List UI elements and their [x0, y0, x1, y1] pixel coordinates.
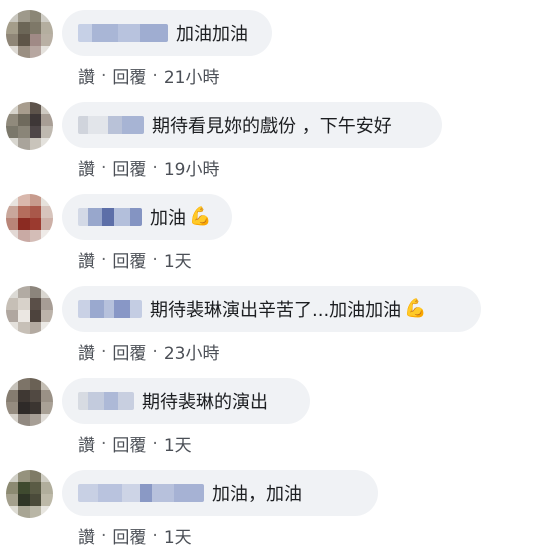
- separator: ·: [101, 65, 107, 86]
- comment-item: 期待看見妳的戲份 ，下午安好 讚 · 回覆 · 19小時: [0, 92, 533, 184]
- separator: ·: [152, 341, 158, 362]
- blurred-author-name[interactable]: [78, 116, 144, 134]
- like-link[interactable]: 讚: [78, 155, 95, 180]
- flexed-biceps-icon: 💪: [189, 206, 212, 227]
- avatar[interactable]: [6, 378, 53, 426]
- comment-text: 期待裴琳演出辛苦了...加油加油: [150, 300, 402, 321]
- reply-link[interactable]: 回覆: [112, 247, 146, 272]
- timestamp[interactable]: 1天: [164, 431, 192, 456]
- comment-item: 期待裴琳演出辛苦了...加油加油 💪 讚 · 回覆 · 23小時: [0, 276, 533, 368]
- like-link[interactable]: 讚: [78, 339, 95, 364]
- comment-bubble: 加油 💪: [62, 194, 232, 240]
- blurred-author-name[interactable]: [78, 484, 204, 502]
- reply-link[interactable]: 回覆: [112, 155, 146, 180]
- separator: ·: [101, 433, 107, 454]
- blurred-author-name[interactable]: [78, 208, 142, 226]
- timestamp[interactable]: 1天: [164, 523, 192, 548]
- comment-text: 期待看見妳的戲份 ，下午安好: [152, 116, 392, 137]
- avatar[interactable]: [6, 10, 53, 58]
- avatar[interactable]: [6, 194, 53, 242]
- comment-actions: 讚 · 回覆 · 1天: [78, 523, 192, 549]
- blurred-author-name[interactable]: [78, 24, 168, 42]
- separator: ·: [152, 65, 158, 86]
- comment-list: 加油加油 讚 · 回覆 · 21小時 期待看見妳的戲份 ，下午安好 讚 · 回覆: [0, 0, 533, 552]
- comment-bubble: 期待看見妳的戲份 ，下午安好: [62, 102, 442, 148]
- comment-item: 加油加油 讚 · 回覆 · 21小時: [0, 0, 533, 92]
- comment-item: 加油 💪 讚 · 回覆 · 1天: [0, 184, 533, 276]
- comment-item: 加油，加油 讚 · 回覆 · 1天: [0, 460, 533, 552]
- comment-text: 加油: [150, 208, 186, 229]
- comment-actions: 讚 · 回覆 · 21小時: [78, 63, 220, 89]
- separator: ·: [152, 249, 158, 270]
- reply-link[interactable]: 回覆: [112, 523, 146, 548]
- separator: ·: [101, 341, 107, 362]
- comment-bubble: 加油加油: [62, 10, 272, 56]
- comment-bubble: 期待裴琳的演出: [62, 378, 310, 424]
- comment-actions: 讚 · 回覆 · 23小時: [78, 339, 220, 365]
- comment-text: 期待裴琳的演出: [142, 392, 268, 413]
- blurred-author-name[interactable]: [78, 392, 134, 410]
- timestamp[interactable]: 23小時: [164, 339, 220, 364]
- comment-text: 加油加油: [176, 24, 248, 45]
- comment-bubble: 加油，加油: [62, 470, 378, 516]
- comment-item: 期待裴琳的演出 讚 · 回覆 · 1天: [0, 368, 533, 460]
- comment-actions: 讚 · 回覆 · 1天: [78, 247, 192, 273]
- comment-actions: 讚 · 回覆 · 19小時: [78, 155, 220, 181]
- avatar[interactable]: [6, 470, 53, 518]
- separator: ·: [152, 525, 158, 546]
- reply-link[interactable]: 回覆: [112, 431, 146, 456]
- avatar[interactable]: [6, 102, 53, 150]
- timestamp[interactable]: 19小時: [164, 155, 220, 180]
- timestamp[interactable]: 1天: [164, 247, 192, 272]
- separator: ·: [101, 249, 107, 270]
- timestamp[interactable]: 21小時: [164, 63, 220, 88]
- avatar[interactable]: [6, 286, 53, 334]
- like-link[interactable]: 讚: [78, 247, 95, 272]
- like-link[interactable]: 讚: [78, 523, 95, 548]
- separator: ·: [101, 157, 107, 178]
- separator: ·: [101, 525, 107, 546]
- comment-actions: 讚 · 回覆 · 1天: [78, 431, 192, 457]
- reply-link[interactable]: 回覆: [112, 339, 146, 364]
- separator: ·: [152, 433, 158, 454]
- blurred-author-name[interactable]: [78, 300, 142, 318]
- comment-text: 加油，加油: [212, 484, 302, 505]
- separator: ·: [152, 157, 158, 178]
- like-link[interactable]: 讚: [78, 431, 95, 456]
- reply-link[interactable]: 回覆: [112, 63, 146, 88]
- flexed-biceps-icon: 💪: [404, 298, 427, 319]
- comment-bubble: 期待裴琳演出辛苦了...加油加油 💪: [62, 286, 481, 332]
- like-link[interactable]: 讚: [78, 63, 95, 88]
